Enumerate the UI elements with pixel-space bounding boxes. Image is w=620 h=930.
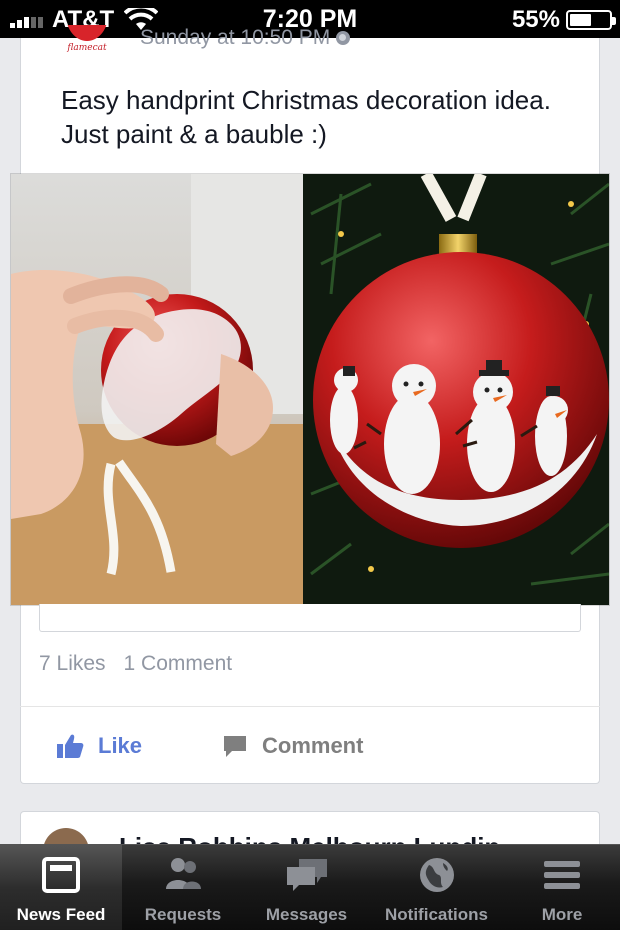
tab-label: Requests xyxy=(144,905,222,924)
tab-more[interactable]: More xyxy=(504,845,620,930)
globe-icon xyxy=(419,858,454,892)
tab-requests[interactable]: Requests xyxy=(122,845,244,930)
post-text: Easy handprint Christmas decoration idea… xyxy=(61,85,551,149)
messages-icon xyxy=(286,859,327,891)
page-logo[interactable]: flamecat xyxy=(52,25,122,55)
comment-label: Comment xyxy=(262,733,364,758)
timestamp-text: Sunday at 10:50 PM xyxy=(140,26,331,49)
tab-label: More xyxy=(541,905,583,924)
divider xyxy=(20,706,600,707)
menu-icon xyxy=(544,861,580,889)
battery-percent: 55% xyxy=(511,6,560,33)
battery-icon xyxy=(566,10,616,30)
like-label: Like xyxy=(98,733,143,758)
like-button[interactable]: Like xyxy=(56,728,142,764)
tab-messages[interactable]: Messages xyxy=(244,845,369,930)
comments-count[interactable]: 1 Comment xyxy=(124,652,233,676)
photo-illustration xyxy=(11,174,609,605)
tab-label: News Feed xyxy=(16,905,106,924)
post-stats[interactable]: 7 Likes 1 Comment xyxy=(39,652,232,676)
tab-bar: News Feed Requests Messages Notification… xyxy=(0,844,620,930)
public-audience-icon xyxy=(336,31,351,45)
news-feed-icon xyxy=(42,857,80,893)
tab-news-feed[interactable]: News Feed xyxy=(0,845,122,930)
comment-button[interactable]: Comment xyxy=(222,728,363,764)
tab-label: Messages xyxy=(265,905,348,924)
tab-notifications[interactable]: Notifications xyxy=(369,845,504,930)
photo-caption-area xyxy=(39,604,581,632)
tab-label: Notifications xyxy=(385,905,488,924)
thumbs-up-icon xyxy=(57,734,84,758)
post-timestamp[interactable]: Sunday at 10:50 PM xyxy=(140,26,351,50)
speech-bubble-icon xyxy=(224,736,246,757)
page-logo-text: flamecat xyxy=(67,43,107,53)
post-photo[interactable] xyxy=(11,174,609,605)
friend-requests-icon xyxy=(166,858,201,889)
likes-count[interactable]: 7 Likes xyxy=(39,652,106,676)
